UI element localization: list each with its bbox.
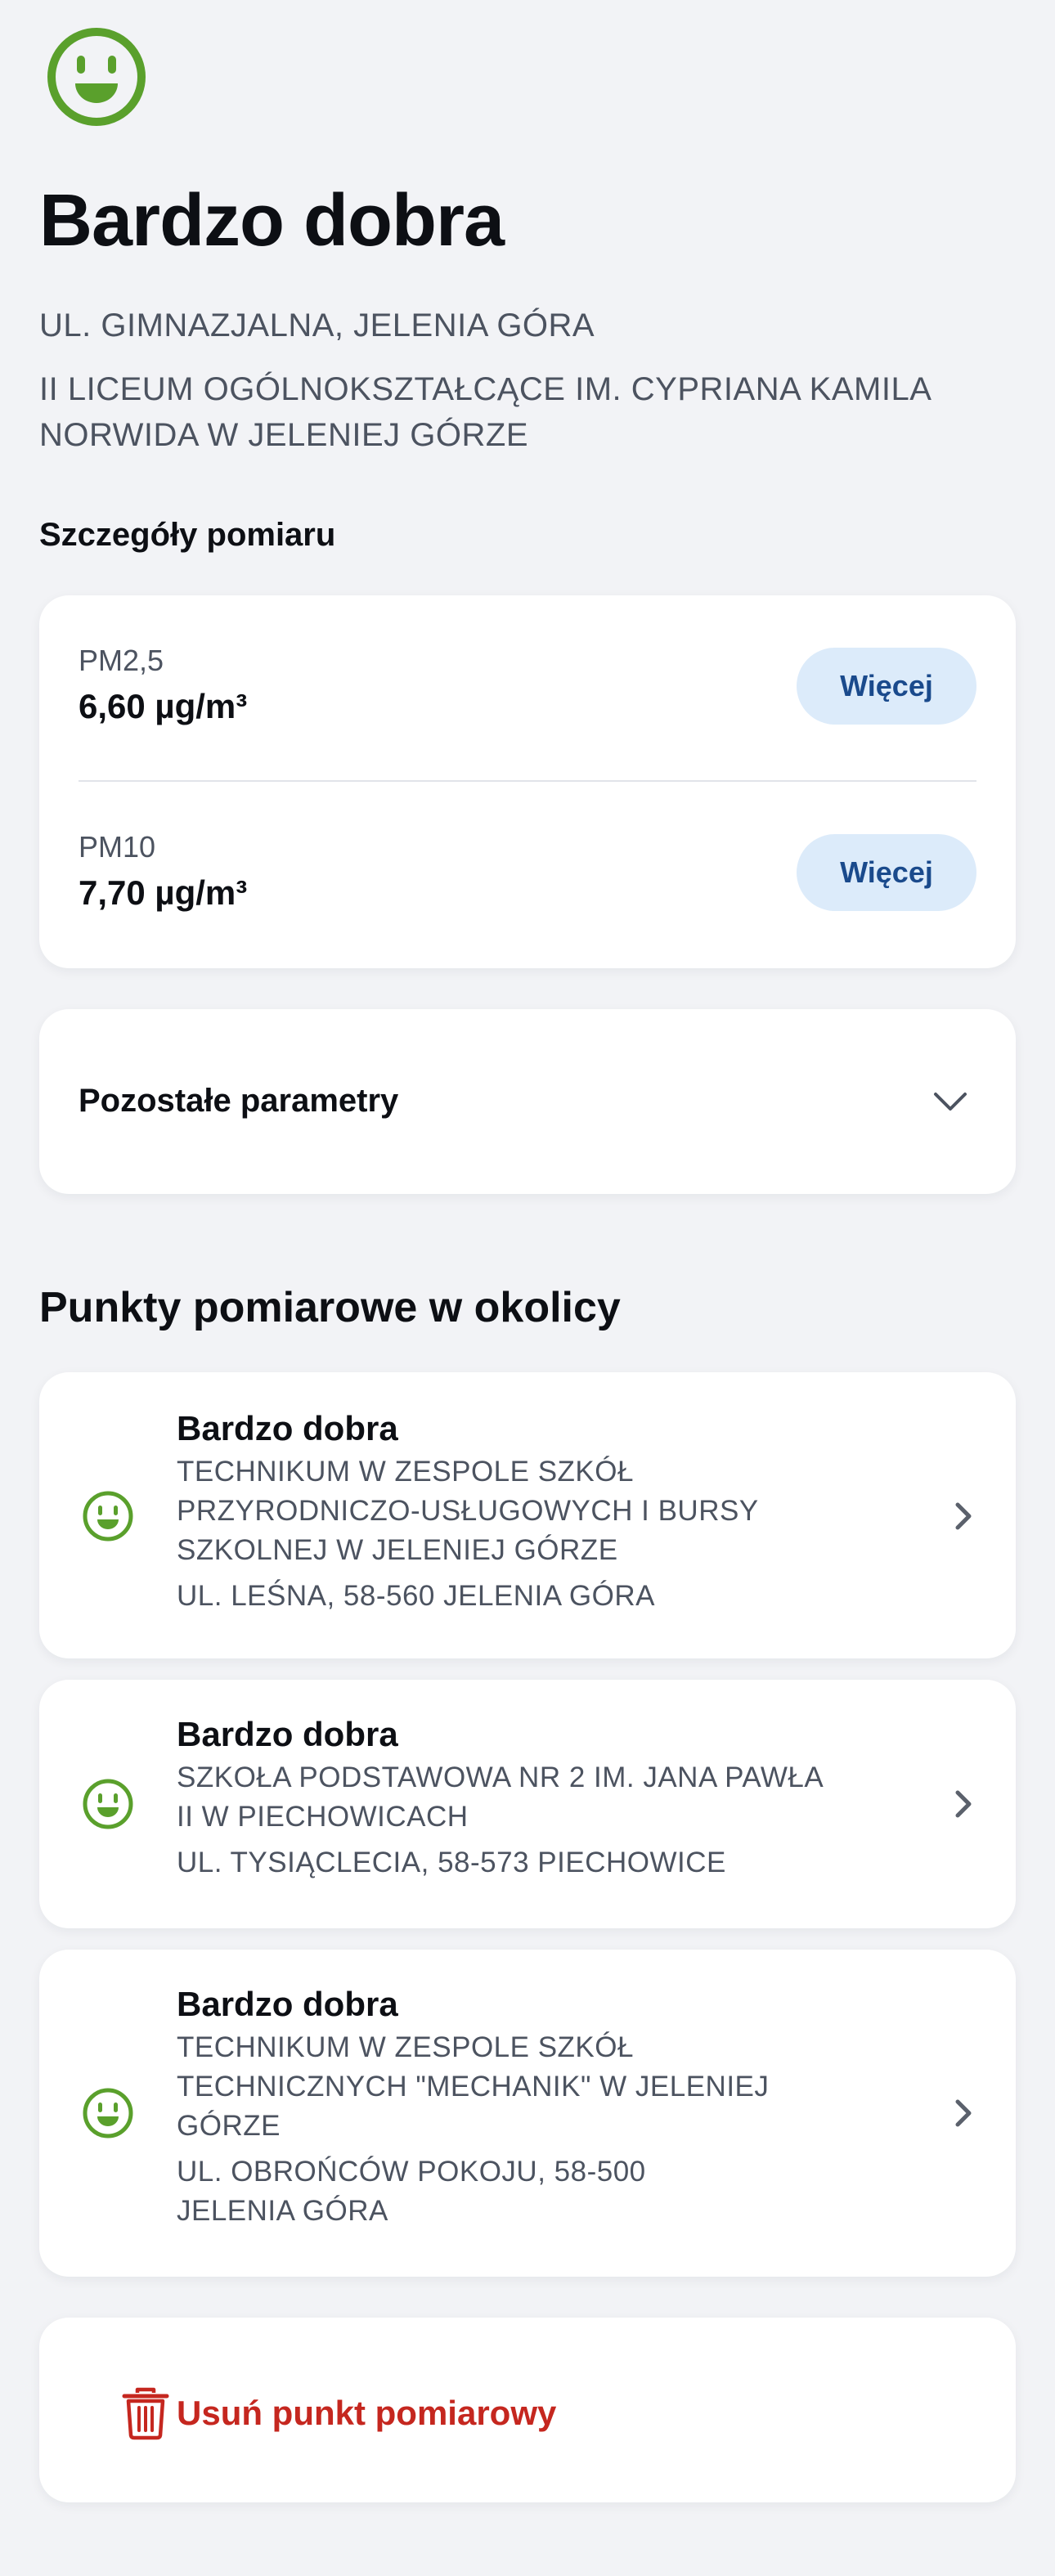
chevron-right-icon [955,1502,972,1530]
delete-station-label: Usuń punkt pomiarowy [177,2394,557,2432]
station-details-screen: Bardzo dobra UL. GIMNAZJALNA, JELENIA GÓ… [0,0,1055,2576]
measurement-name: PM2,5 [79,644,164,677]
nearby-station-name: TECHNICZNYCH "MECHANIK" W JELENIEJ [177,2071,770,2103]
measurement-value: 6,60 µg/m³ [79,687,248,725]
nearby-station-name: II W PIECHOWICACH [177,1801,469,1833]
measurement-row-pm25: PM2,5 6,60 µg/m³ Więcej [79,595,976,783]
delete-station-button[interactable]: Usuń punkt pomiarowy [39,2318,1016,2502]
nearby-station-item[interactable]: Bardzo dobra SZKOŁA PODSTAWOWA NR 2 IM. … [39,1680,1016,1928]
more-button[interactable]: Więcej [797,648,976,725]
more-button[interactable]: Więcej [797,834,976,911]
measurements-card: PM2,5 6,60 µg/m³ Więcej PM10 7,70 µg/m³ … [39,595,1016,968]
nearby-station-name: TECHNIKUM W ZESPOLE SZKÓŁ [177,2031,634,2063]
nearby-station-item[interactable]: Bardzo dobra TECHNIKUM W ZESPOLE SZKÓŁ T… [39,1950,1016,2277]
nearby-station-name: PRZYRODNICZO-USŁUGOWYCH I BURSY [177,1495,759,1527]
nearby-status: Bardzo dobra [177,1409,398,1447]
nearby-station-name: SZKOLNEJ W JELENIEJ GÓRZE [177,1534,618,1566]
trash-icon [122,2387,169,2440]
air-quality-title: Bardzo dobra [39,180,505,262]
nearby-station-text: Bardzo dobra TECHNIKUM W ZESPOLE SZKÓŁ P… [177,1405,896,1616]
smiley-face-icon [83,1779,133,1829]
nearby-status: Bardzo dobra [177,1715,398,1753]
nearby-status: Bardzo dobra [177,1985,398,2023]
nearby-station-text: Bardzo dobra TECHNIKUM W ZESPOLE SZKÓŁ T… [177,1981,896,2231]
smiley-face-icon [47,28,146,126]
nearby-station-address: UL. LEŚNA, 58-560 JELENIA GÓRA [177,1580,655,1612]
station-name: II LICEUM OGÓLNOKSZTAŁCĄCE IM. CYPRIANA … [39,371,931,453]
chevron-right-icon [955,1790,972,1818]
nearby-station-address: JELENIA GÓRA [177,2195,388,2227]
station-address: UL. GIMNAZJALNA, JELENIA GÓRA [39,307,595,343]
smiley-face-icon [83,1491,133,1542]
measurement-name: PM10 [79,830,156,864]
nearby-station-name: GÓRZE [177,2110,281,2142]
measurement-row-pm10: PM10 7,70 µg/m³ Więcej [79,782,976,970]
nearby-station-name: TECHNIKUM W ZESPOLE SZKÓŁ [177,1456,634,1488]
other-params-toggle[interactable]: Pozostałe parametry [39,1009,1016,1194]
nearby-station-text: Bardzo dobra SZKOŁA PODSTAWOWA NR 2 IM. … [177,1711,896,1883]
nearby-station-address: UL. OBROŃCÓW POKOJU, 58-500 [177,2156,646,2188]
chevron-right-icon [955,2099,972,2127]
other-params-label: Pozostałe parametry [79,1083,399,1119]
chevron-down-icon [934,1093,967,1111]
nearby-heading: Punkty pomiarowe w okolicy [39,1284,621,1331]
nearby-station-item[interactable]: Bardzo dobra TECHNIKUM W ZESPOLE SZKÓŁ P… [39,1372,1016,1658]
measurement-value: 7,70 µg/m³ [79,873,248,912]
smiley-face-icon [83,2088,133,2138]
nearby-station-address: UL. TYSIĄCLECIA, 58-573 PIECHOWICE [177,1847,726,1878]
details-heading: Szczegóły pomiaru [39,517,336,553]
nearby-station-name: SZKOŁA PODSTAWOWA NR 2 IM. JANA PAWŁA [177,1761,824,1793]
